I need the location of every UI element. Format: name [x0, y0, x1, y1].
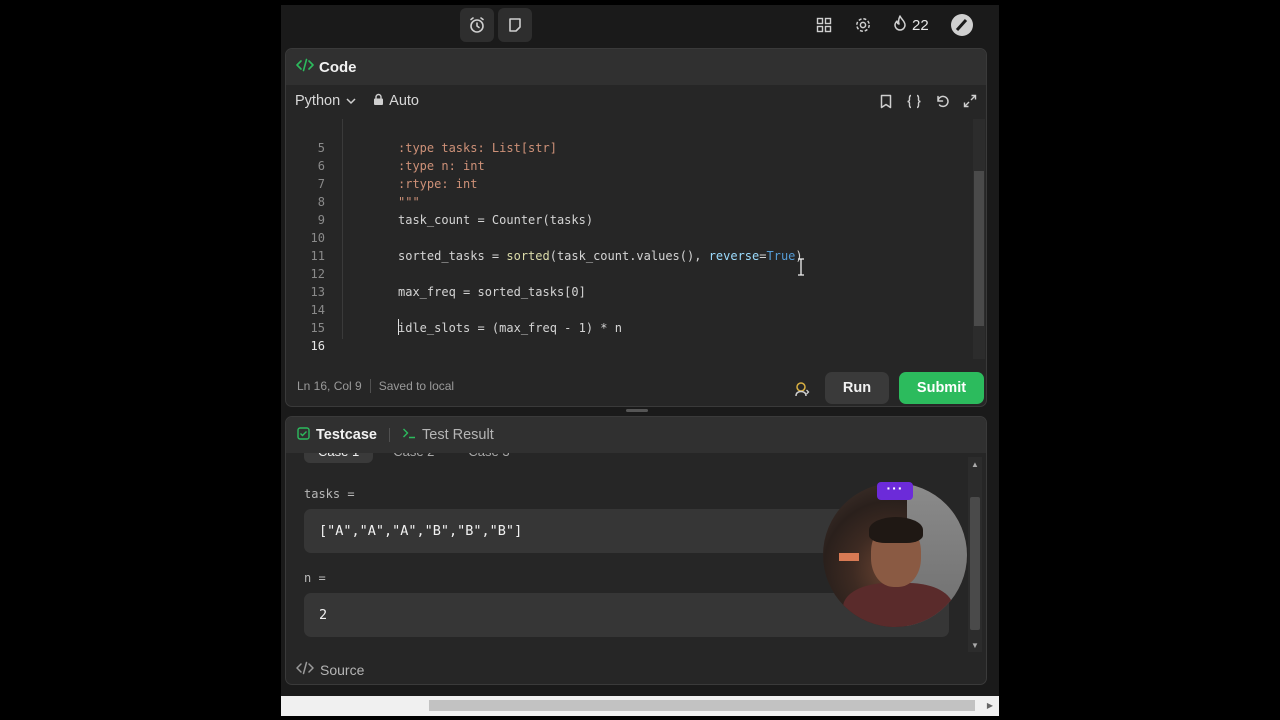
testcase-tabs: Testcase Test Result — [286, 417, 986, 453]
auto-label: Auto — [389, 93, 419, 109]
checkbox-icon — [297, 426, 310, 444]
tab-case-1[interactable]: Case 1 — [304, 453, 374, 463]
assistant-icon[interactable] — [794, 381, 810, 403]
save-status: Saved to local — [378, 379, 455, 393]
avatar[interactable] — [951, 14, 973, 36]
case-tabs: Case 1 Case 2 Case 3 — [304, 453, 524, 469]
tab-case-3[interactable]: Case 3 — [454, 453, 523, 463]
top-toolbar: 22 — [281, 5, 999, 45]
tab-testcase[interactable]: Testcase — [297, 426, 377, 444]
chevron-down-icon — [346, 93, 356, 109]
ibeam-cursor-icon — [797, 258, 805, 279]
expand-icon[interactable] — [960, 91, 980, 111]
editor-actions — [876, 91, 980, 111]
horizontal-scrollbar[interactable]: ▶ — [281, 696, 999, 716]
scrollbar-thumb[interactable] — [974, 171, 984, 326]
code-line: 12 — [310, 267, 325, 281]
code-line-active: 16 — [310, 339, 325, 353]
editor-scrollbar[interactable] — [973, 119, 985, 359]
language-label: Python — [295, 93, 341, 109]
streak-count: 22 — [912, 16, 929, 34]
code-panel: Code Python Auto 5:type tasks: List[str… — [285, 48, 987, 407]
cursor-position: Ln 16, Col 9 — [297, 379, 362, 393]
scrollbar-thumb[interactable] — [970, 497, 980, 630]
app-window: 22 Code Python Auto 5:type tasks: List[… — [281, 5, 999, 716]
tab-testcase-label: Testcase — [316, 427, 377, 443]
scroll-up-icon[interactable]: ▲ — [968, 457, 982, 471]
bookmark-icon[interactable] — [876, 91, 896, 111]
code-line: 7:rtype: int — [317, 177, 478, 191]
testcase-scrollbar[interactable]: ▲ ▼ — [968, 457, 982, 652]
scroll-right-icon[interactable]: ▶ — [985, 700, 995, 711]
submit-button[interactable]: Submit — [899, 372, 984, 404]
editor-toolbar: Python Auto — [286, 85, 986, 117]
terminal-icon — [402, 427, 416, 443]
tab-test-result[interactable]: Test Result — [402, 427, 494, 443]
tasks-label: tasks = — [304, 487, 355, 501]
code-line: 14 — [310, 303, 325, 317]
code-panel-title: Code — [319, 58, 357, 76]
code-icon — [296, 58, 314, 77]
code-icon — [296, 661, 314, 678]
code-line: 8 """ — [317, 195, 420, 209]
run-button[interactable]: Run — [825, 372, 889, 404]
fire-icon — [893, 14, 907, 36]
divider — [369, 379, 371, 393]
code-line: 9 task_count = Counter(tasks) — [317, 213, 594, 227]
source-button[interactable]: Source — [296, 661, 364, 678]
tab-case-2[interactable]: Case 2 — [379, 453, 448, 463]
panel-resize-handle[interactable] — [626, 409, 648, 412]
code-line: 15 idle_slots = (max_freq - 1) * n — [310, 321, 622, 335]
notes-icon[interactable] — [498, 8, 532, 42]
auto-mode[interactable]: Auto — [373, 93, 419, 110]
editor-status: Ln 16, Col 9 Saved to local — [297, 379, 454, 393]
alarm-clock-icon[interactable] — [460, 8, 494, 42]
source-label: Source — [320, 661, 365, 678]
code-line: 11 sorted_tasks = sorted(task_count.value… — [310, 249, 803, 263]
code-line: 6:type n: int — [317, 159, 485, 173]
code-line: 10 — [310, 231, 325, 245]
gear-icon[interactable] — [846, 8, 880, 42]
braces-icon[interactable] — [904, 91, 924, 111]
code-line: 5:type tasks: List[str] — [317, 141, 557, 155]
more-options-icon[interactable]: ··· — [877, 481, 913, 500]
undo-icon[interactable] — [932, 91, 952, 111]
divider — [389, 428, 390, 442]
scroll-down-icon[interactable]: ▼ — [968, 638, 982, 652]
code-editor[interactable]: 5:type tasks: List[str] 6:type n: int 7:… — [286, 119, 986, 359]
tab-test-result-label: Test Result — [422, 427, 494, 443]
text-cursor — [398, 319, 399, 335]
layout-icon[interactable] — [807, 8, 841, 42]
lock-icon — [373, 93, 384, 110]
webcam-overlay — [823, 483, 967, 627]
n-label: n = — [304, 571, 326, 585]
language-select[interactable]: Python — [295, 93, 356, 109]
scrollbar-thumb[interactable] — [429, 700, 975, 711]
code-line: 13 max_freq = sorted_tasks[0] — [310, 285, 586, 299]
streak-counter[interactable]: 22 — [893, 13, 929, 37]
code-panel-header: Code — [286, 49, 986, 85]
